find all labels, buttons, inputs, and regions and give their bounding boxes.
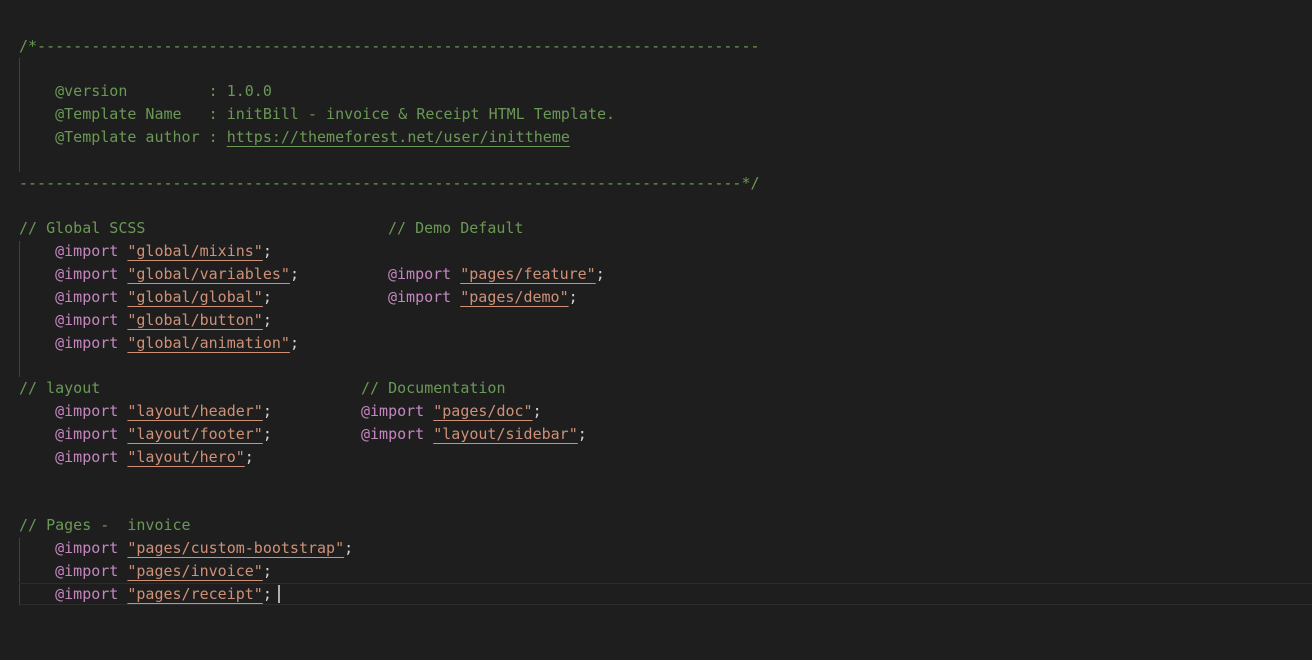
header-comment-close: ----------------------------------------… — [19, 174, 760, 192]
import-keyword: @import — [55, 242, 119, 260]
import-keyword: @import — [55, 334, 119, 352]
semicolon: ; — [262, 402, 272, 420]
semicolon: ; — [262, 562, 272, 580]
import-line: @import "global/animation"; — [19, 332, 299, 354]
import-line: @import "pages/demo"; — [388, 286, 578, 308]
import-path[interactable]: "layout/hero" — [127, 448, 244, 466]
import-keyword: @import — [361, 425, 425, 443]
import-line: @import "pages/invoice"; — [19, 560, 272, 582]
import-line: @import "pages/doc"; — [361, 400, 542, 422]
semicolon: ; — [262, 425, 272, 443]
import-keyword: @import — [55, 402, 119, 420]
import-path[interactable]: "global/mixins" — [127, 242, 262, 260]
import-line: @import "layout/sidebar"; — [361, 423, 587, 445]
import-path[interactable]: "global/variables" — [127, 265, 290, 283]
import-keyword: @import — [55, 585, 119, 603]
import-keyword: @import — [55, 448, 119, 466]
import-line: @import "global/global"; — [19, 286, 272, 308]
import-line: @import "layout/footer"; — [19, 423, 272, 445]
demo-default-heading: // Demo Default — [388, 219, 524, 237]
import-path[interactable]: "layout/sidebar" — [433, 425, 578, 443]
pages-invoice-heading: // Pages - invoice — [19, 516, 191, 534]
import-line: @import "layout/header"; — [19, 400, 272, 422]
documentation-heading: // Documentation — [361, 379, 506, 397]
import-path[interactable]: "pages/doc" — [433, 402, 532, 420]
template-author-line: @Template author : https://themeforest.n… — [19, 126, 570, 148]
import-keyword: @import — [388, 265, 452, 283]
import-line: @import "global/variables"; — [19, 263, 299, 285]
import-keyword: @import — [55, 425, 119, 443]
import-path[interactable]: "layout/header" — [127, 402, 262, 420]
import-path[interactable]: "pages/custom-bootstrap" — [127, 539, 344, 557]
author-label: @Template author : — [19, 128, 227, 146]
code-editor[interactable]: /*--------------------------------------… — [0, 0, 1312, 660]
semicolon: ; — [577, 425, 587, 443]
template-name-line: @Template Name : initBill - invoice & Re… — [19, 105, 616, 123]
import-keyword: @import — [55, 265, 119, 283]
global-scss-heading: // Global SCSS — [19, 219, 146, 237]
import-line: @import "layout/hero"; — [19, 446, 254, 468]
header-comment-open: /*--------------------------------------… — [19, 37, 760, 55]
import-keyword: @import — [55, 288, 119, 306]
semicolon: ; — [289, 265, 299, 283]
semicolon: ; — [532, 402, 542, 420]
semicolon: ; — [262, 288, 272, 306]
semicolon: ; — [289, 334, 299, 352]
import-keyword: @import — [388, 288, 452, 306]
semicolon: ; — [244, 448, 254, 466]
import-path[interactable]: "pages/demo" — [460, 288, 568, 306]
semicolon: ; — [568, 288, 578, 306]
import-line: @import "pages/custom-bootstrap"; — [19, 537, 353, 559]
import-path[interactable]: "layout/footer" — [127, 425, 262, 443]
semicolon: ; — [262, 242, 272, 260]
import-keyword: @import — [361, 402, 425, 420]
import-path[interactable]: "global/button" — [127, 311, 262, 329]
import-keyword: @import — [55, 311, 119, 329]
import-keyword: @import — [55, 539, 119, 557]
import-path[interactable]: "global/animation" — [127, 334, 290, 352]
import-path[interactable]: "pages/receipt" — [127, 585, 262, 603]
semicolon: ; — [262, 585, 272, 603]
import-line: @import "global/mixins"; — [19, 240, 272, 262]
author-link[interactable]: https://themeforest.net/user/inittheme — [227, 128, 570, 146]
import-line-active: @import "pages/receipt"; — [19, 583, 272, 605]
import-path[interactable]: "global/global" — [127, 288, 262, 306]
import-path[interactable]: "pages/feature" — [460, 265, 595, 283]
layout-heading: // layout — [19, 379, 101, 397]
semicolon: ; — [595, 265, 605, 283]
semicolon: ; — [262, 311, 272, 329]
text-cursor — [278, 585, 280, 603]
import-keyword: @import — [55, 562, 119, 580]
version-line: @version : 1.0.0 — [19, 82, 272, 100]
semicolon: ; — [344, 539, 354, 557]
import-line: @import "pages/feature"; — [388, 263, 605, 285]
import-line: @import "global/button"; — [19, 309, 272, 331]
import-path[interactable]: "pages/invoice" — [127, 562, 262, 580]
